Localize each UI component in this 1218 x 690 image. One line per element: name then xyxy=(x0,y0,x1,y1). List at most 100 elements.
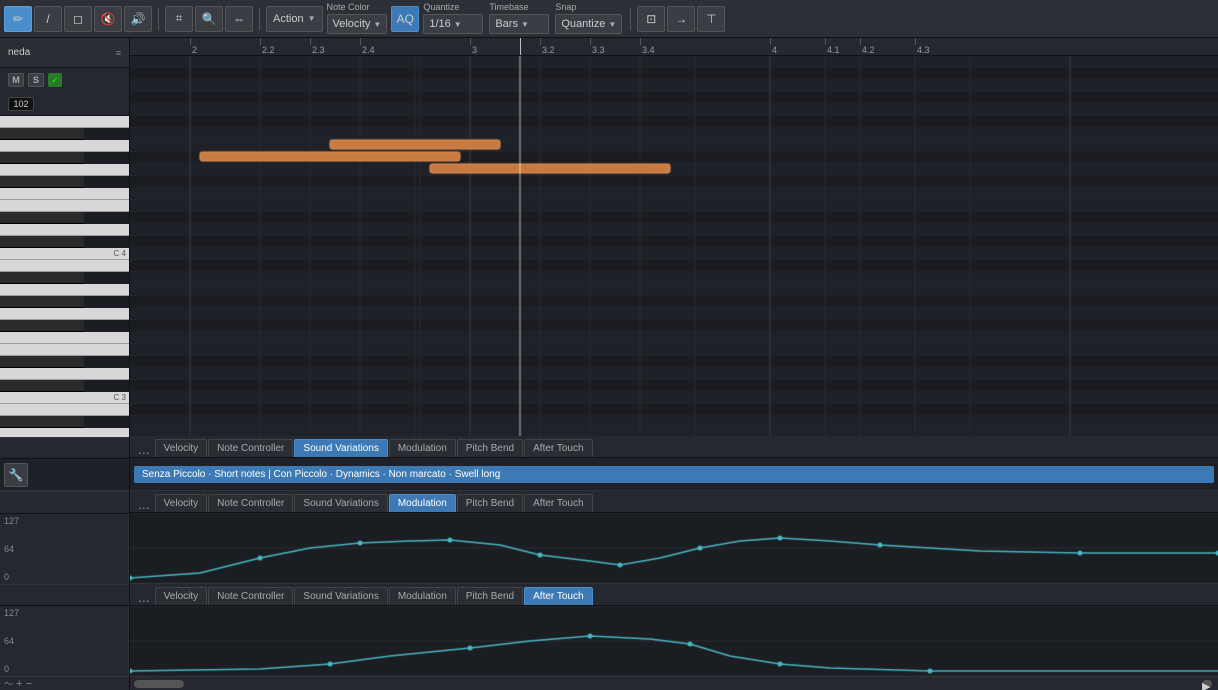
note-grid[interactable] xyxy=(130,56,1218,436)
zoom-tool-btn[interactable]: 🔍 xyxy=(195,6,223,32)
tab-note-ctrl-1[interactable]: Note Controller xyxy=(208,439,293,457)
aq-btn[interactable]: AQ xyxy=(391,6,419,32)
controller-tabs-row-1-left xyxy=(0,437,129,459)
velocity-number: 102 xyxy=(8,97,34,111)
quantize-dropdown[interactable]: 1/16 ▼ xyxy=(423,14,483,34)
controller-panel-3: ... Velocity Note Controller Sound Varia… xyxy=(130,583,1218,676)
mod-y-0: 0 xyxy=(4,572,9,582)
quantize-label: Quantize xyxy=(423,3,483,12)
track-controls: M S ✓ xyxy=(0,68,129,92)
velocity-label: Velocity xyxy=(333,18,371,30)
eraser-tool-btn[interactable]: ◻ xyxy=(64,6,92,32)
action-label: Action xyxy=(273,13,304,25)
action-dropdown[interactable]: Action ▼ xyxy=(266,6,323,32)
zoom-out-icon[interactable]: − xyxy=(25,678,31,690)
at-y-0: 0 xyxy=(4,664,9,674)
controller-panel-1: ... Velocity Note Controller Sound Varia… xyxy=(130,436,1218,490)
mod-y-axis: 127 64 0 xyxy=(0,514,129,584)
wave-icon[interactable]: 〜 xyxy=(4,677,13,690)
speaker-tool-btn[interactable]: 🔊 xyxy=(124,6,152,32)
tab-pitch-1[interactable]: Pitch Bend xyxy=(457,439,523,457)
track-header: neda ≡ xyxy=(0,38,129,68)
quantize-group: Quantize 1/16 ▼ xyxy=(423,2,483,36)
velocity-chevron-icon: ▼ xyxy=(373,20,381,29)
tab-modulation-3[interactable]: Modulation xyxy=(389,587,456,605)
modulation-graph xyxy=(130,513,1218,583)
mod-y-64: 64 xyxy=(4,544,14,554)
mod-y-127: 127 xyxy=(4,516,19,526)
tab-pitch-3[interactable]: Pitch Bend xyxy=(457,587,523,605)
timeline-ruler: 2 2.2 2.3 2.4 3 3.2 3.3 3.4 4 4.1 xyxy=(130,38,1218,56)
tabs-more-2[interactable]: ... xyxy=(134,496,154,512)
tab-sound-var-3[interactable]: Sound Variations xyxy=(294,587,387,605)
tab-velocity-3[interactable]: Velocity xyxy=(155,587,207,605)
bottom-left-controls: 〜 + − xyxy=(0,676,129,690)
snap-dropdown[interactable]: Quantize ▼ xyxy=(555,14,622,34)
tab-sound-var-2[interactable]: Sound Variations xyxy=(294,494,387,512)
solo-btn[interactable]: S xyxy=(28,73,44,87)
aftertouch-graph xyxy=(130,606,1218,676)
toolbar: ✏ / ◻ 🔇 🔊 ⌗ 🔍 ⇔ Action ▼ Note Color Velo… xyxy=(0,0,1218,38)
sep2 xyxy=(259,8,260,30)
playhead-marker xyxy=(520,38,521,55)
tab-note-ctrl-3[interactable]: Note Controller xyxy=(208,587,293,605)
snap-value: Quantize xyxy=(561,18,605,30)
tab-modulation-2[interactable]: Modulation xyxy=(389,494,456,512)
controller-tabs-row-3-left xyxy=(0,584,129,606)
at-y-axis: 127 64 0 xyxy=(0,606,129,676)
track-name: neda xyxy=(8,47,30,58)
tabs-row-2: ... Velocity Note Controller Sound Varia… xyxy=(130,491,1218,513)
tab-aftertouch-1[interactable]: After Touch xyxy=(524,439,592,457)
arrow-btn[interactable]: → xyxy=(667,6,695,32)
tab-modulation-1[interactable]: Modulation xyxy=(389,439,456,457)
sound-var-left: 🔧 xyxy=(0,459,129,491)
timebase-group: Timebase Bars ▼ xyxy=(489,2,549,36)
enable-btn[interactable]: ✓ xyxy=(48,73,62,87)
timebase-chevron-icon: ▼ xyxy=(521,20,529,29)
aq-label: AQ xyxy=(397,12,414,26)
note-grid-area: 2 2.2 2.3 2.4 3 3.2 3.3 3.4 4 4.1 xyxy=(130,38,1218,436)
note-color-label: Note Color xyxy=(327,3,388,12)
tabs-more-1[interactable]: ... xyxy=(134,441,154,457)
zoom-in-icon[interactable]: + xyxy=(16,678,22,690)
wrench-btn-1[interactable]: 🔧 xyxy=(4,463,28,487)
tab-aftertouch-2[interactable]: After Touch xyxy=(524,494,592,512)
tabs-row-1: ... Velocity Note Controller Sound Varia… xyxy=(130,436,1218,458)
controller-tabs-row-2-left xyxy=(0,492,129,514)
timebase-label: Timebase xyxy=(489,3,549,12)
timebase-value: Bars xyxy=(495,18,518,30)
piano-keyboard: C 4 C 3 xyxy=(0,116,129,437)
tab-velocity-2[interactable]: Velocity xyxy=(155,494,207,512)
tab-aftertouch-3[interactable]: After Touch xyxy=(524,587,592,605)
sep1 xyxy=(158,8,159,30)
controller-panel-2: ... Velocity Note Controller Sound Varia… xyxy=(130,490,1218,583)
sound-var-text: Senza Piccolo · Short notes | Con Piccol… xyxy=(134,466,1214,483)
velocity-dropdown[interactable]: Velocity ▼ xyxy=(327,14,388,34)
right-content: 2 2.2 2.3 2.4 3 3.2 3.3 3.4 4 4.1 xyxy=(130,38,1218,690)
draw-tool-btn[interactable]: ✏ xyxy=(4,6,32,32)
line-tool-btn[interactable]: / xyxy=(34,6,62,32)
timebase-dropdown[interactable]: Bars ▼ xyxy=(489,14,549,34)
velocity-display-row: 102 xyxy=(0,92,129,116)
tab-velocity-1[interactable]: Velocity xyxy=(155,439,207,457)
mute-btn[interactable]: M xyxy=(8,73,24,87)
note-color-group: Note Color Velocity ▼ xyxy=(327,2,388,36)
at-y-64: 64 xyxy=(4,636,14,646)
tab-note-ctrl-2[interactable]: Note Controller xyxy=(208,494,293,512)
tabs-row-3: ... Velocity Note Controller Sound Varia… xyxy=(130,584,1218,606)
select-tool-btn[interactable]: ⌗ xyxy=(165,6,193,32)
sep3 xyxy=(630,8,631,30)
tabs-more-3[interactable]: ... xyxy=(134,589,154,605)
align-btn[interactable]: ⊤ xyxy=(697,6,725,32)
at-y-127: 127 xyxy=(4,608,19,618)
loop-btn[interactable]: ⊡ xyxy=(637,6,665,32)
resize-tool-btn[interactable]: ⇔ xyxy=(225,6,253,32)
quantize-value: 1/16 xyxy=(429,18,450,30)
mute-tool-btn[interactable]: 🔇 xyxy=(94,6,122,32)
scroll-right-btn[interactable]: ▶ xyxy=(1202,680,1212,688)
h-scroll-thumb[interactable] xyxy=(134,680,184,688)
left-panel: neda ≡ M S ✓ 102 xyxy=(0,38,130,690)
tab-sound-var-1[interactable]: Sound Variations xyxy=(294,439,387,457)
hamburger-icon[interactable]: ≡ xyxy=(116,48,121,58)
tab-pitch-2[interactable]: Pitch Bend xyxy=(457,494,523,512)
